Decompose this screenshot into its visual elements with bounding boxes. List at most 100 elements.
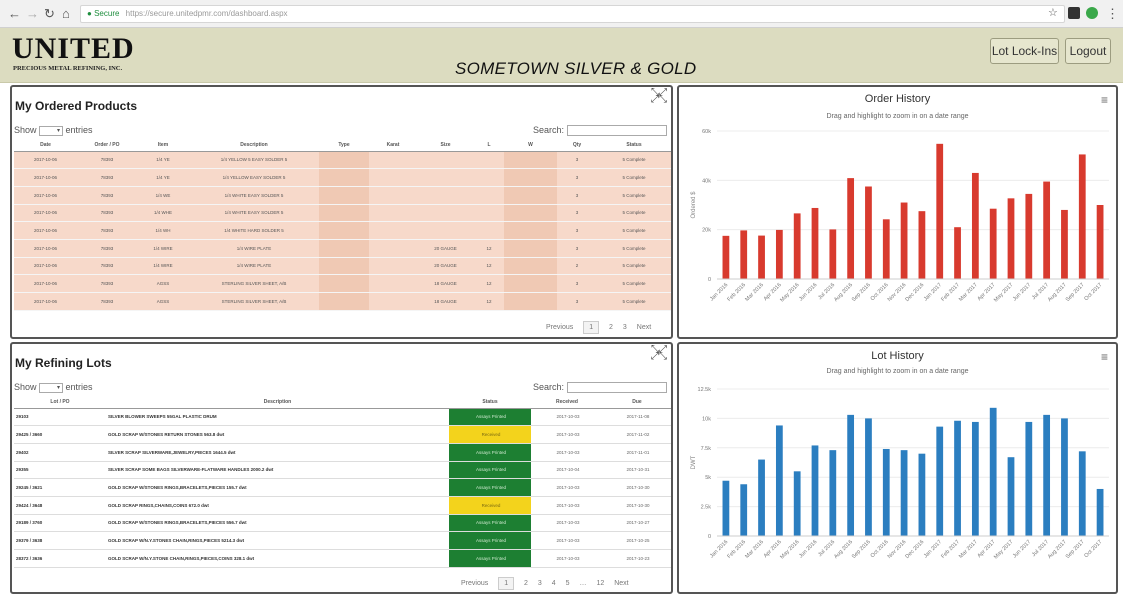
column-header[interactable]: Due xyxy=(603,396,671,409)
expand-icon[interactable]: ⤡⤢ ⤢⤡ xyxy=(651,345,667,362)
products-table: Date Order / PO Item Description Type Karat Si… xyxy=(14,139,671,311)
page-ellipsis: … xyxy=(579,580,587,587)
table-cell: 2017-10-31 xyxy=(603,461,671,480)
qr-extension-icon[interactable] xyxy=(1068,7,1080,19)
column-header[interactable]: L xyxy=(474,139,504,152)
previous-page-link[interactable]: Previous xyxy=(546,324,573,331)
page-length-select[interactable]: ▾ xyxy=(39,125,64,136)
table-cell: 3 xyxy=(557,274,597,293)
table-cell: 3 xyxy=(557,204,597,223)
product-row[interactable]: 2017-10-06 78393 1/4 WIRE 1/4 WIRE PLATE 20 … xyxy=(14,257,671,276)
column-header[interactable]: Qty xyxy=(557,139,597,152)
chart-title: Order History xyxy=(864,93,931,105)
table-cell: Received xyxy=(449,496,531,515)
lot-row[interactable]: 29402 SILVER SCRAP SILVERWARE,JEWELRY,PIE… xyxy=(14,443,671,462)
column-header[interactable]: W xyxy=(504,139,557,152)
lot-row[interactable]: 29379 / 3638 GOLD SCRAP W/N.Y.STONES CHAI… xyxy=(14,531,671,550)
column-header[interactable]: Description xyxy=(189,139,319,152)
search-input[interactable] xyxy=(566,125,667,137)
extension-icon[interactable] xyxy=(1086,7,1098,19)
page-1-link[interactable]: 1 xyxy=(498,577,515,590)
product-row[interactable]: 2017-10-06 78393 1/4 YE 1/4 YELLOW 5 EASY S… xyxy=(14,151,671,170)
reload-icon[interactable]: ↻ xyxy=(44,6,55,22)
page-3-link[interactable]: 3 xyxy=(623,324,627,331)
y-tick-label: 10k xyxy=(702,416,711,422)
page-2-link[interactable]: 2 xyxy=(609,324,613,331)
bar xyxy=(1078,451,1086,536)
lot-row[interactable]: 29424 / 3648 GOLD SCRAP RINGS,CHAINS,COIN… xyxy=(14,496,671,515)
x-tick-label: Oct 2017 xyxy=(1083,539,1103,559)
page-12-link[interactable]: 12 xyxy=(596,580,604,587)
column-header[interactable]: Type xyxy=(319,139,369,152)
logout-button[interactable]: Logout xyxy=(1065,38,1111,64)
product-row[interactable]: 2017-10-06 78393 1/4 WHE 1/4 WHITE EASY SOL… xyxy=(14,204,671,223)
forward-icon[interactable]: → xyxy=(26,6,39,21)
next-page-link[interactable]: Next xyxy=(637,324,651,331)
page-length-select[interactable]: ▾ xyxy=(39,382,64,393)
product-row[interactable]: 2017-10-06 78393 1/4 WH 1/4 WHITE HARD SOLD… xyxy=(14,221,671,240)
address-bar[interactable]: ● Secure https://secure.unitedpmr.com/da… xyxy=(80,5,1065,23)
product-row[interactable]: 2017-10-06 78393 AGSS STERLING SILVER SHEET… xyxy=(14,292,671,311)
order-history-chart[interactable]: 020k40k60kOrdered $Jan 2016Feb 2016Mar 2… xyxy=(679,125,1116,337)
lot-row[interactable]: 29245 / 3621 GOLD SCRAP W/STONES RINGS,BR… xyxy=(14,478,671,497)
home-icon[interactable]: ⌂ xyxy=(62,6,70,21)
bar xyxy=(1096,488,1104,536)
table-cell: 78393 xyxy=(77,186,137,205)
table-cell: 78393 xyxy=(77,292,137,311)
column-header[interactable]: Lot / PO xyxy=(14,396,106,409)
page-3-link[interactable]: 3 xyxy=(538,580,542,587)
expand-icon[interactable]: ⤡⤢ ⤢⤡ xyxy=(651,88,667,105)
column-header[interactable]: Received xyxy=(531,396,603,409)
lot-row[interactable]: 29189 / 3760 GOLD SCRAP W/STONES RINGS,BR… xyxy=(14,514,671,533)
bookmark-star-icon[interactable]: ☆ xyxy=(1048,6,1058,19)
y-tick-label: 12.5k xyxy=(698,387,712,393)
column-header[interactable]: Item xyxy=(137,139,189,152)
table-cell: 2017-10-03 xyxy=(531,514,603,533)
table-cell xyxy=(504,186,557,205)
table-cell: 1/4 WHITE EASY SOLDER 5 xyxy=(189,186,319,205)
x-tick-label: May 2017 xyxy=(993,282,1014,303)
logo[interactable]: UNITED xyxy=(12,32,135,66)
column-header[interactable]: Order / PO xyxy=(77,139,137,152)
page-4-link[interactable]: 4 xyxy=(552,580,556,587)
lot-history-chart[interactable]: 02.5k5k7.5k10k12.5kDWTJan 2016Feb 2016Ma… xyxy=(679,380,1116,592)
bar xyxy=(918,211,926,279)
column-header[interactable]: Date xyxy=(14,139,77,152)
search-input[interactable] xyxy=(566,382,667,394)
lot-row[interactable]: 29103 SILVER BLOWER SWEEPS 55GAL PLASTIC … xyxy=(14,408,671,427)
column-header[interactable]: Status xyxy=(597,139,671,152)
page-1-link[interactable]: 1 xyxy=(583,321,600,334)
table-cell: 29103 xyxy=(14,408,106,427)
table-cell: 29245 / 3621 xyxy=(14,478,106,497)
table-cell: 3 xyxy=(557,186,597,205)
y-tick-label: 0 xyxy=(708,534,711,540)
table-cell: 3 xyxy=(557,168,597,187)
next-page-link[interactable]: Next xyxy=(614,580,628,587)
y-tick-label: 0 xyxy=(708,277,711,283)
chart-menu-icon[interactable]: ≡ xyxy=(1101,93,1108,107)
back-icon[interactable]: ← xyxy=(8,6,21,21)
lot-row[interactable]: 29355 SILVER SCRAP SOME BAGS SILVERWARE-F… xyxy=(14,461,671,480)
table-cell: 1/4 WH xyxy=(137,221,189,240)
lot-lockins-button[interactable]: Lot Lock-Ins xyxy=(990,38,1059,64)
lot-row[interactable]: 28372 / 3636 GOLD SCRAP W/N.Y.STONE CHAIN… xyxy=(14,549,671,568)
column-header[interactable]: Karat xyxy=(369,139,417,152)
x-tick-label: Jun 2016 xyxy=(798,282,818,302)
page-5-link[interactable]: 5 xyxy=(566,580,570,587)
column-header[interactable]: Description xyxy=(106,396,449,409)
table-cell: 78393 xyxy=(77,239,137,258)
chart-menu-icon[interactable]: ≡ xyxy=(1101,350,1108,364)
table-cell: 2017-10-23 xyxy=(603,549,671,568)
product-row[interactable]: 2017-10-06 78393 1/4 YE 1/4 YELLOW EASY SOL… xyxy=(14,168,671,187)
product-row[interactable]: 2017-10-06 78393 1/4 WIRE 1/4 WIRE PLATE 20 … xyxy=(14,239,671,258)
column-header[interactable]: Size xyxy=(417,139,474,152)
lot-row[interactable]: 29425 / 3660 GOLD SCRAP W/STONES RETURN S… xyxy=(14,425,671,444)
browser-menu-icon[interactable]: ⋮ xyxy=(1106,6,1119,22)
product-row[interactable]: 2017-10-06 78393 AGSS STERLING SILVER SHEET… xyxy=(14,274,671,293)
previous-page-link[interactable]: Previous xyxy=(461,580,488,587)
column-header[interactable]: Status xyxy=(449,396,531,409)
page-2-link[interactable]: 2 xyxy=(524,580,528,587)
table-cell: GOLD SCRAP W/STONES RETURN STONES 563.8 … xyxy=(106,425,449,444)
x-tick-label: Oct 2017 xyxy=(1083,282,1103,302)
product-row[interactable]: 2017-10-06 78393 1/4 WE 1/4 WHITE EASY SOLD… xyxy=(14,186,671,205)
